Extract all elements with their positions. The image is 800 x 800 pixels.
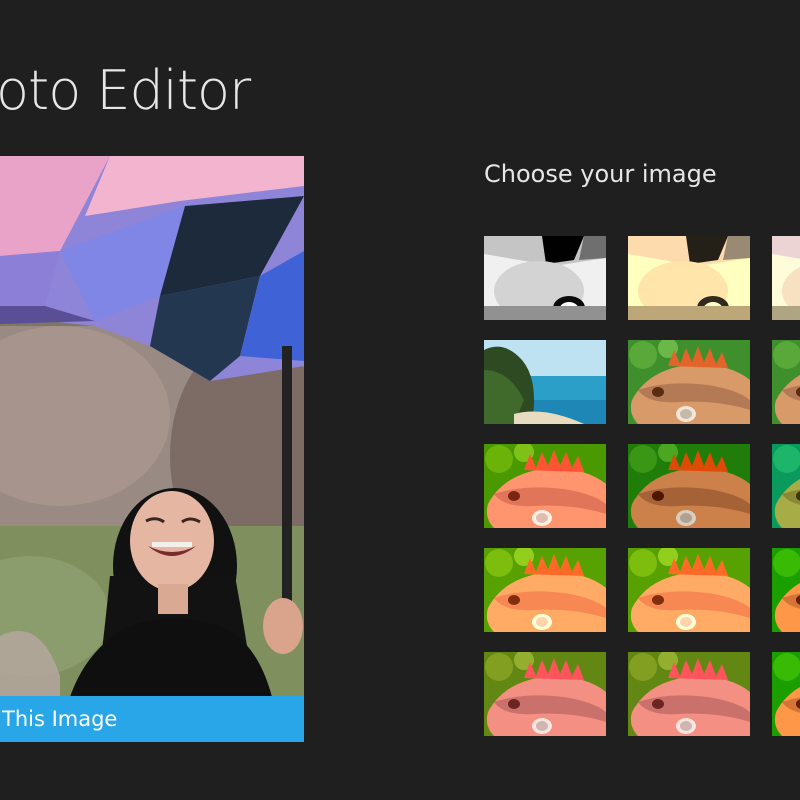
thumb-iguana-dark[interactable] <box>628 444 750 528</box>
thumb-iguana-vivid-2[interactable] <box>772 652 800 736</box>
thumb-iguana-green[interactable] <box>628 340 750 424</box>
thumb-iguana-cool[interactable] <box>484 652 606 736</box>
thumbnail-photo <box>628 652 750 736</box>
thumbnail-photo <box>484 652 606 736</box>
thumb-umbrella-3[interactable] <box>772 236 800 320</box>
use-this-image-button[interactable]: This Image <box>0 696 304 742</box>
thumb-iguana-yellow[interactable] <box>484 548 606 632</box>
selected-image-preview: This Image <box>0 156 304 742</box>
app-title: oto Editor <box>0 59 251 122</box>
thumb-iguana-yellow-2[interactable] <box>628 548 750 632</box>
thumbnail-photo <box>628 340 750 424</box>
choose-image-heading: Choose your image <box>484 160 717 188</box>
thumbnail-photo <box>628 548 750 632</box>
thumb-iguana-warm[interactable] <box>484 444 606 528</box>
thumbnail-photo <box>772 652 800 736</box>
preview-photo <box>0 156 304 742</box>
thumbnail-grid <box>484 236 800 796</box>
thumbnail-photo <box>628 236 750 320</box>
thumbnail-photo <box>772 444 800 528</box>
thumb-beach[interactable] <box>484 340 606 424</box>
thumbnail-photo <box>628 444 750 528</box>
thumb-bw-umbrella[interactable] <box>484 236 606 320</box>
thumb-iguana-vivid[interactable] <box>772 548 800 632</box>
thumbnail-photo <box>772 548 800 632</box>
thumb-iguana-green-3[interactable] <box>772 340 800 424</box>
thumbnail-photo <box>772 236 800 320</box>
thumb-iguana-teal[interactable] <box>772 444 800 528</box>
thumbnail-photo <box>484 340 606 424</box>
thumb-iguana-cool-2[interactable] <box>628 652 750 736</box>
thumbnail-photo <box>484 444 606 528</box>
thumbnail-photo <box>772 340 800 424</box>
thumbnail-photo <box>484 236 606 320</box>
thumbnail-photo <box>484 548 606 632</box>
thumb-sepia-umbrella[interactable] <box>628 236 750 320</box>
